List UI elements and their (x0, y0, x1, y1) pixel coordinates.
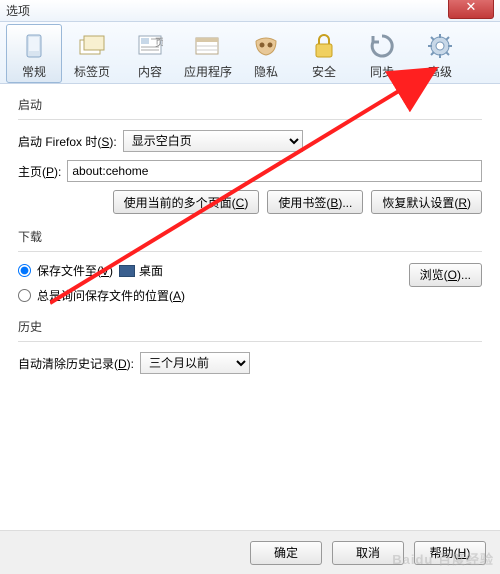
tab-label: 同步 (370, 63, 394, 80)
cancel-button[interactable]: 取消 (332, 541, 404, 565)
save-to-radio-row[interactable]: 保存文件至(V) 桌面 (18, 262, 163, 279)
divider (18, 341, 482, 342)
dialog-footer: 确定 取消 帮助(H) (0, 530, 500, 574)
tab-security[interactable]: 安全 (296, 24, 352, 83)
mask-icon (250, 31, 282, 61)
section-title-startup: 启动 (18, 96, 482, 113)
tab-advanced[interactable]: 高级 (412, 24, 468, 83)
auto-clear-select[interactable]: 三个月以前 (140, 352, 250, 374)
window-title: 选项 (6, 2, 30, 19)
lock-icon (308, 31, 340, 61)
main-panel: 启动 启动 Firefox 时(S): 显示空白页 主页(P): 使用当前的多个… (0, 84, 500, 374)
tab-label: 安全 (312, 63, 336, 80)
when-start-label: 启动 Firefox 时(S): (18, 133, 117, 150)
tab-label: 标签页 (74, 63, 110, 80)
general-icon (18, 31, 50, 61)
help-button[interactable]: 帮助(H) (414, 541, 486, 565)
restore-default-button[interactable]: 恢复默认设置(R) (371, 190, 482, 214)
window-title-bar: 选项 ✕ (0, 0, 500, 22)
browse-button[interactable]: 浏览(O)... (409, 263, 482, 287)
gear-icon (424, 31, 456, 61)
tab-privacy[interactable]: 隐私 (238, 24, 294, 83)
save-location: 桌面 (139, 262, 163, 279)
apps-icon (192, 31, 224, 61)
tab-general[interactable]: 常规 (6, 24, 62, 83)
always-ask-label: 总是询问保存文件的位置(A) (37, 287, 185, 304)
use-current-pages-button[interactable]: 使用当前的多个页面(C) (113, 190, 260, 214)
svg-text:页: 页 (155, 37, 163, 49)
tab-label: 隐私 (254, 63, 278, 80)
when-start-select[interactable]: 显示空白页 (123, 130, 303, 152)
sync-icon (366, 31, 398, 61)
homepage-input[interactable] (67, 160, 482, 182)
section-title-history: 历史 (18, 318, 482, 335)
tab-label: 应用程序 (184, 63, 232, 80)
tab-label: 高级 (428, 63, 452, 80)
divider (18, 251, 482, 252)
close-button[interactable]: ✕ (448, 0, 494, 19)
download-section: 下载 保存文件至(V) 桌面 浏览(O)... 总是询问保存文件的位置(A) (18, 228, 482, 304)
tab-label: 常规 (22, 63, 46, 80)
section-title-download: 下载 (18, 228, 482, 245)
homepage-label: 主页(P): (18, 163, 61, 180)
tabs-icon (76, 31, 108, 61)
ok-button[interactable]: 确定 (250, 541, 322, 565)
category-toolbar: 常规 标签页 页 内容 应用程序 隐私 安全 同步 高级 (0, 22, 500, 84)
use-bookmark-button[interactable]: 使用书签(B)... (267, 190, 363, 214)
save-to-label: 保存文件至(V) (37, 262, 113, 279)
always-ask-radio-row[interactable]: 总是询问保存文件的位置(A) (18, 287, 482, 304)
tab-tabs[interactable]: 标签页 (64, 24, 120, 83)
desktop-icon (119, 265, 135, 277)
content-icon: 页 (134, 31, 166, 61)
always-ask-radio[interactable] (18, 289, 31, 302)
save-to-radio[interactable] (18, 264, 31, 277)
tab-content[interactable]: 页 内容 (122, 24, 178, 83)
tab-applications[interactable]: 应用程序 (180, 24, 236, 83)
startup-section: 启动 启动 Firefox 时(S): 显示空白页 主页(P): 使用当前的多个… (18, 96, 482, 214)
tab-sync[interactable]: 同步 (354, 24, 410, 83)
tab-label: 内容 (138, 63, 162, 80)
auto-clear-label: 自动清除历史记录(D): (18, 355, 134, 372)
history-section: 历史 自动清除历史记录(D): 三个月以前 (18, 318, 482, 374)
divider (18, 119, 482, 120)
